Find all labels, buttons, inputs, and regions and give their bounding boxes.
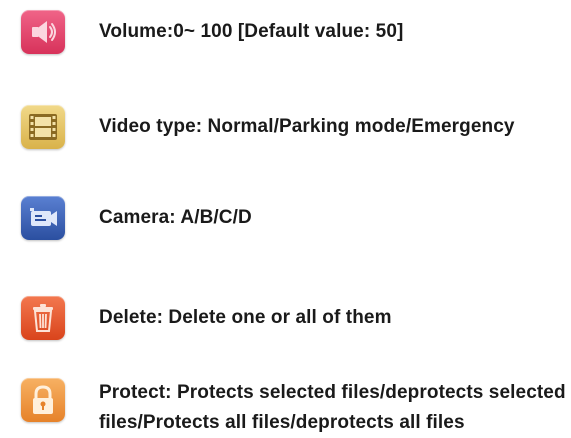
lock-icon: [21, 378, 65, 422]
volume-description: Volume:0~ 100 [Default value: 50]: [99, 21, 404, 42]
camera-description: Camera: A/B/C/D: [99, 207, 252, 228]
video-type-description: Video type: Normal/Parking mode/Emergenc…: [99, 116, 515, 137]
trash-icon: [21, 296, 65, 340]
video-camera-icon: [21, 196, 65, 240]
film-icon: [21, 105, 65, 149]
speaker-icon: [21, 10, 65, 54]
protect-description: Protect: Protects selected files/deprote…: [99, 382, 566, 433]
delete-description: Delete: Delete one or all of them: [99, 307, 392, 328]
